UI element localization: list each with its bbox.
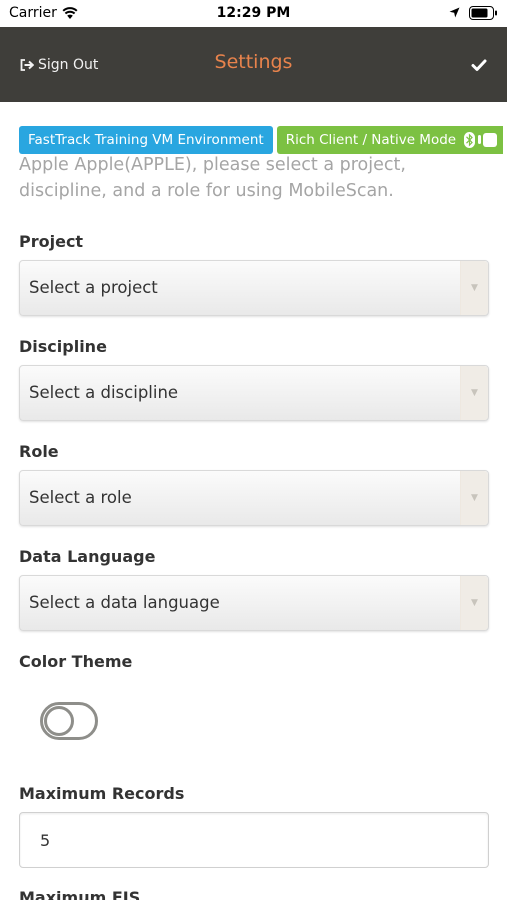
dropdown-arrow-icon: ▼ bbox=[460, 576, 488, 630]
discipline-select-value: Select a discipline bbox=[29, 383, 179, 402]
dropdown-arrow-icon: ▼ bbox=[460, 261, 488, 315]
bluetooth-icon bbox=[464, 132, 476, 148]
project-label: Project bbox=[19, 232, 84, 251]
status-bar: Carrier 12:29 PM bbox=[0, 0, 507, 27]
project-select[interactable]: Select a project ▼ bbox=[19, 260, 489, 316]
dropdown-arrow-icon: ▼ bbox=[460, 366, 488, 420]
android-icon bbox=[478, 133, 498, 147]
toggle-knob bbox=[44, 706, 74, 736]
maximum-fis-label: Maximum FIS bbox=[19, 888, 141, 900]
mode-badge-label: Rich Client / Native Mode bbox=[285, 132, 457, 148]
data-language-label: Data Language bbox=[19, 547, 156, 566]
dropdown-arrow-icon: ▼ bbox=[460, 471, 488, 525]
discipline-select[interactable]: Select a discipline ▼ bbox=[19, 365, 489, 421]
discipline-label: Discipline bbox=[19, 337, 107, 356]
maximum-records-label: Maximum Records bbox=[19, 784, 185, 803]
data-language-select-value: Select a data language bbox=[29, 593, 220, 612]
checkmark-icon[interactable] bbox=[470, 56, 488, 74]
role-select[interactable]: Select a role ▼ bbox=[19, 470, 489, 526]
role-label: Role bbox=[19, 442, 59, 461]
page-title: Settings bbox=[214, 51, 293, 73]
status-time: 12:29 PM bbox=[216, 5, 291, 21]
location-arrow-icon bbox=[449, 7, 460, 18]
navigation-bar: Sign Out Settings bbox=[0, 27, 507, 102]
maximum-records-input[interactable] bbox=[19, 812, 489, 868]
color-theme-toggle[interactable] bbox=[40, 702, 98, 740]
project-select-value: Select a project bbox=[29, 278, 158, 297]
intro-text: Apple Apple(APPLE), please select a proj… bbox=[19, 155, 406, 201]
data-language-select[interactable]: Select a data language ▼ bbox=[19, 575, 489, 631]
mode-badge: Rich Client / Native Mode bbox=[276, 126, 503, 154]
role-select-value: Select a role bbox=[29, 488, 132, 507]
environment-badge: FastTrack Training VM Environment bbox=[19, 126, 273, 154]
environment-badges: FastTrack Training VM Environment Rich C… bbox=[19, 126, 503, 154]
battery-icon bbox=[469, 6, 497, 20]
color-theme-label: Color Theme bbox=[19, 652, 133, 671]
